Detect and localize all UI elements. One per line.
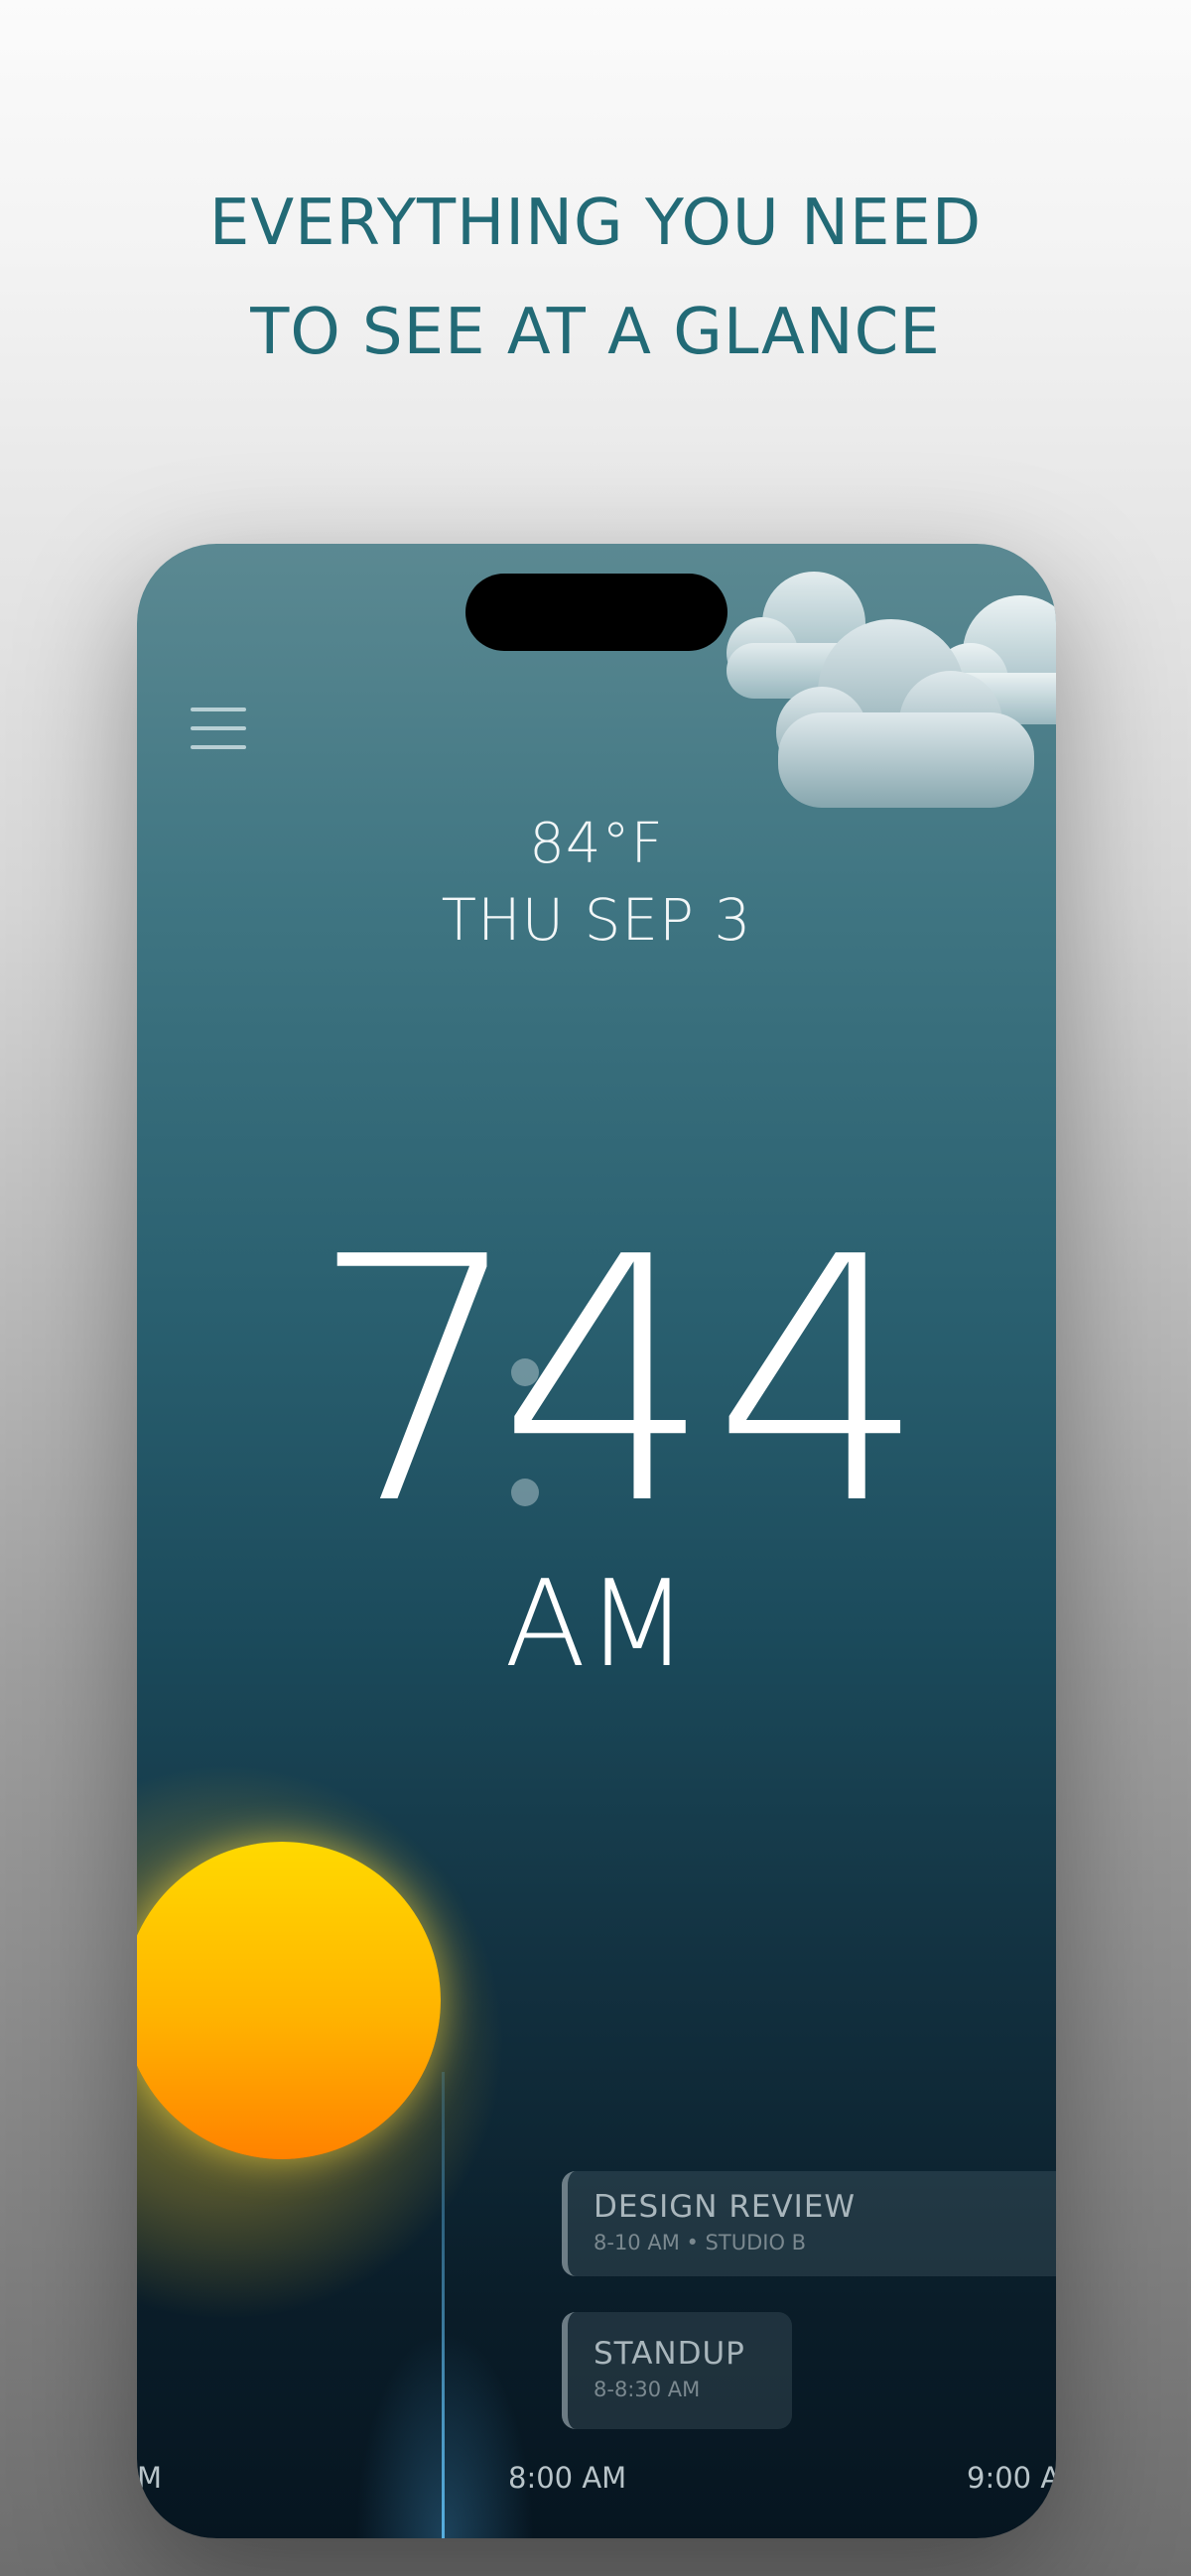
- phone-screen: 84°F THU SEP 3 7 44 AM DESIGN REVIEW 8-1…: [137, 544, 1056, 2538]
- sun-icon: [137, 1842, 441, 2159]
- event-title: DESIGN REVIEW: [594, 2189, 857, 2225]
- timeline-label-9am: 9:00 A: [967, 2461, 1056, 2495]
- clouds-icon: [727, 572, 1056, 808]
- timeline-label-left: M: [137, 2461, 163, 2495]
- event-card[interactable]: DESIGN REVIEW 8-10 AM • STUDIO B: [562, 2171, 1056, 2276]
- event-title: STANDUP: [594, 2336, 745, 2372]
- headline-line-2: TO SEE AT A GLANCE: [250, 296, 941, 369]
- temperature: 84°F: [529, 812, 664, 876]
- headline: EVERYTHING YOU NEED TO SEE AT A GLANCE: [0, 169, 1191, 387]
- event-detail: 8-8:30 AM: [594, 2378, 701, 2401]
- clock-period: AM: [504, 1556, 689, 1694]
- timeline-label-8am: 8:00 AM: [508, 2461, 627, 2495]
- clock: 7 44 AM: [310, 1238, 928, 1694]
- now-glow: [355, 2330, 534, 2538]
- date: THU SEP 3: [441, 886, 752, 954]
- hamburger-menu-icon[interactable]: [191, 708, 246, 751]
- current-time-indicator: [442, 2072, 445, 2538]
- event-card[interactable]: STANDUP 8-8:30 AM: [562, 2312, 792, 2429]
- clock-hour: 7: [310, 1238, 524, 1579]
- clock-minutes: 44: [498, 1238, 928, 1579]
- event-detail: 8-10 AM • STUDIO B: [594, 2231, 807, 2254]
- headline-line-1: EVERYTHING YOU NEED: [208, 187, 983, 260]
